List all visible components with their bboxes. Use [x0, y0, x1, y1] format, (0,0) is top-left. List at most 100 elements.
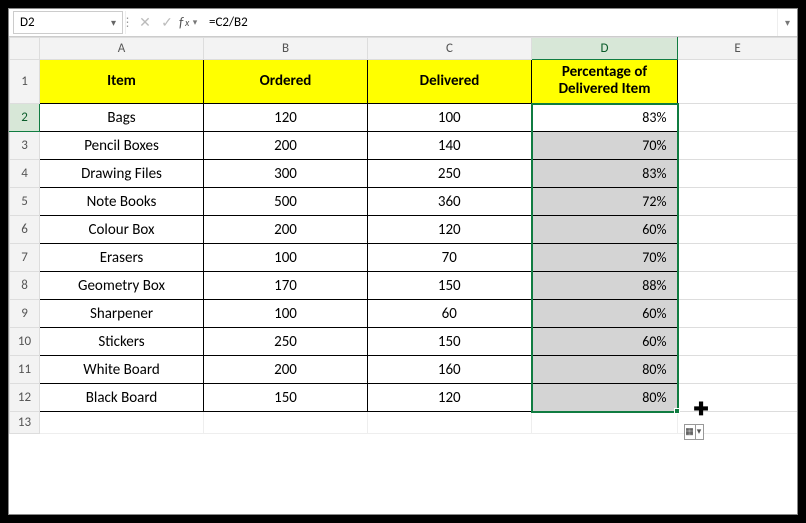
cell-B7[interactable]: 100	[204, 244, 368, 272]
formula-input[interactable]	[203, 9, 777, 36]
cell-B3[interactable]: 200	[204, 132, 368, 160]
row-header-7[interactable]: 7	[10, 244, 40, 272]
cell-C13[interactable]	[368, 412, 532, 434]
row-header-2[interactable]: 2	[10, 104, 40, 132]
cell-C11[interactable]: 160	[368, 356, 532, 384]
cell-C10[interactable]: 150	[368, 328, 532, 356]
row-header-9[interactable]: 9	[10, 300, 40, 328]
cell-B12[interactable]: 150	[204, 384, 368, 412]
fill-handle[interactable]	[674, 408, 680, 414]
cell-C4[interactable]: 250	[368, 160, 532, 188]
formula-bar-buttons: ✕ ✓ fx ▾	[131, 9, 203, 36]
cell-E6[interactable]	[678, 216, 798, 244]
cell-B1[interactable]: Ordered	[204, 60, 368, 104]
fx-icon[interactable]: fx ▾	[179, 14, 199, 31]
col-header-B[interactable]: B	[204, 38, 368, 60]
cell-D9[interactable]: 60%	[532, 300, 678, 328]
cell-A4[interactable]: Drawing Files	[40, 160, 204, 188]
cell-C6[interactable]: 120	[368, 216, 532, 244]
cell-E1[interactable]	[678, 60, 798, 104]
cell-A13[interactable]	[40, 412, 204, 434]
cell-E7[interactable]	[678, 244, 798, 272]
col-header-C[interactable]: C	[368, 38, 532, 60]
cell-A12[interactable]: Black Board	[40, 384, 204, 412]
cell-E5[interactable]	[678, 188, 798, 216]
col-header-D[interactable]: D	[532, 38, 678, 60]
cell-E11[interactable]	[678, 356, 798, 384]
formula-bar-splitter[interactable]: ⋮	[125, 11, 129, 34]
cell-D6[interactable]: 60%	[532, 216, 678, 244]
cell-C1[interactable]: Delivered	[368, 60, 532, 104]
cell-A9[interactable]: Sharpener	[40, 300, 204, 328]
enter-icon[interactable]: ✓	[157, 14, 177, 31]
autofill-options-button[interactable]: ▦ ▾	[684, 424, 704, 440]
cell-A2[interactable]: Bags	[40, 104, 204, 132]
table-row: 13	[10, 412, 798, 434]
row-header-1[interactable]: 1	[10, 60, 40, 104]
cell-A7[interactable]: Erasers	[40, 244, 204, 272]
row-header-8[interactable]: 8	[10, 272, 40, 300]
cell-A3[interactable]: Pencil Boxes	[40, 132, 204, 160]
select-all-corner[interactable]	[10, 38, 40, 60]
col-header-E[interactable]: E	[678, 38, 798, 60]
cell-B10[interactable]: 250	[204, 328, 368, 356]
cell-C9[interactable]: 60	[368, 300, 532, 328]
cell-B4[interactable]: 300	[204, 160, 368, 188]
row-header-3[interactable]: 3	[10, 132, 40, 160]
cell-D5[interactable]: 72%	[532, 188, 678, 216]
chevron-down-icon[interactable]: ▾	[111, 16, 116, 29]
spreadsheet-grid[interactable]: A B C D E 1ItemOrderedDeliveredPercentag…	[9, 37, 798, 434]
row-header-12[interactable]: 12	[10, 384, 40, 412]
cell-D2[interactable]: 83%	[532, 104, 678, 132]
cell-A1[interactable]: Item	[40, 60, 204, 104]
cell-B6[interactable]: 200	[204, 216, 368, 244]
cell-A8[interactable]: Geometry Box	[40, 272, 204, 300]
cell-D8[interactable]: 88%	[532, 272, 678, 300]
table-row: 3Pencil Boxes20014070%	[10, 132, 798, 160]
cell-D3[interactable]: 70%	[532, 132, 678, 160]
cell-C5[interactable]: 360	[368, 188, 532, 216]
cell-E2[interactable]	[678, 104, 798, 132]
cell-A11[interactable]: White Board	[40, 356, 204, 384]
cell-A5[interactable]: Note Books	[40, 188, 204, 216]
cell-B11[interactable]: 200	[204, 356, 368, 384]
cancel-icon[interactable]: ✕	[135, 14, 155, 31]
cell-B2[interactable]: 120	[204, 104, 368, 132]
expand-formula-bar-icon[interactable]: ▾	[777, 9, 797, 36]
cell-A10[interactable]: Stickers	[40, 328, 204, 356]
cell-D11[interactable]: 80%	[532, 356, 678, 384]
cell-C2[interactable]: 100	[368, 104, 532, 132]
cell-E3[interactable]	[678, 132, 798, 160]
row-header-5[interactable]: 5	[10, 188, 40, 216]
cell-D12[interactable]: 80%	[532, 384, 678, 412]
cell-E10[interactable]	[678, 328, 798, 356]
cell-D13[interactable]	[532, 412, 678, 434]
cell-C7[interactable]: 70	[368, 244, 532, 272]
cell-A6[interactable]: Colour Box	[40, 216, 204, 244]
cell-E4[interactable]	[678, 160, 798, 188]
row-header-6[interactable]: 6	[10, 216, 40, 244]
col-header-A[interactable]: A	[40, 38, 204, 60]
cell-B9[interactable]: 100	[204, 300, 368, 328]
cell-C3[interactable]: 140	[368, 132, 532, 160]
cell-C8[interactable]: 150	[368, 272, 532, 300]
name-box-value: D2	[20, 15, 35, 30]
cell-B13[interactable]	[204, 412, 368, 434]
row-header-4[interactable]: 4	[10, 160, 40, 188]
row-header-13[interactable]: 13	[10, 412, 40, 434]
table-row: 9Sharpener1006060%	[10, 300, 798, 328]
cell-E8[interactable]	[678, 272, 798, 300]
cell-B5[interactable]: 500	[204, 188, 368, 216]
cell-E12[interactable]	[678, 384, 798, 412]
cell-D10[interactable]: 60%	[532, 328, 678, 356]
cell-D1[interactable]: Percentage of Delivered Item	[532, 60, 678, 104]
row-header-11[interactable]: 11	[10, 356, 40, 384]
cell-D4[interactable]: 83%	[532, 160, 678, 188]
cell-E9[interactable]	[678, 300, 798, 328]
cell-D7[interactable]: 70%	[532, 244, 678, 272]
name-box[interactable]: D2 ▾	[13, 11, 123, 34]
cell-B8[interactable]: 170	[204, 272, 368, 300]
chevron-down-icon: ▾	[695, 425, 703, 439]
row-header-10[interactable]: 10	[10, 328, 40, 356]
cell-C12[interactable]: 120	[368, 384, 532, 412]
